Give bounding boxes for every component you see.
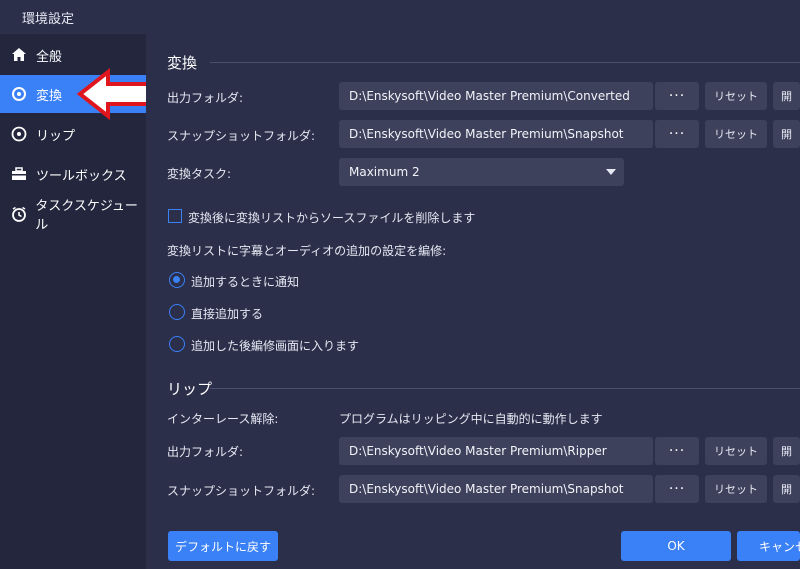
convert-icon	[10, 85, 28, 103]
toolbox-icon	[10, 165, 28, 183]
window-title: 環境設定	[22, 12, 75, 27]
deinterlace-label: インターレース解除:	[167, 412, 279, 426]
section-title-rip: リップ	[167, 380, 213, 398]
browse-output-button[interactable]: ···	[655, 82, 699, 110]
rip-snapshot-folder-label: スナップショットフォルダ:	[167, 484, 316, 498]
sidebar-item-label: タスクスケジュール	[35, 199, 138, 233]
title-bar: 環境設定	[0, 0, 800, 34]
open-rip-output-button[interactable]: 開	[773, 437, 800, 465]
red-arrow-icon	[76, 68, 154, 120]
sidebar-item-task-schedule[interactable]: タスクスケジュール	[0, 195, 146, 233]
radio-label[interactable]: 直接追加する	[191, 305, 263, 322]
sidebar-item-label: ツールボックス	[36, 168, 127, 184]
rip-output-folder-label: 出力フォルダ:	[167, 445, 244, 459]
home-icon	[10, 46, 28, 64]
main-panel: 変換 出力フォルダ: D:\Enskysoft\Video Master Pre…	[146, 34, 800, 569]
convert-task-select[interactable]: Maximum 2	[339, 158, 624, 186]
open-rip-snapshot-button[interactable]: 開	[773, 475, 800, 503]
sidebar-item-label: 変換	[36, 88, 63, 104]
radio-enter-edit-after-add[interactable]	[169, 336, 185, 352]
ok-button[interactable]: OK	[621, 531, 731, 561]
radio-add-directly[interactable]	[169, 304, 185, 320]
rip-snapshot-folder-path[interactable]: D:\Enskysoft\Video Master Premium\Snapsh…	[339, 475, 653, 503]
clock-icon	[10, 205, 27, 223]
convert-task-label: 変換タスク:	[167, 167, 232, 181]
delete-source-checkbox[interactable]	[168, 209, 182, 223]
subtitle-setting-label: 変換リストに字幕とオーディオの追加の設定を編修:	[167, 244, 447, 258]
reset-snapshot-button[interactable]: リセット	[705, 120, 767, 148]
section-divider	[210, 388, 800, 389]
chevron-down-icon	[606, 169, 616, 175]
section-divider	[210, 62, 800, 63]
rip-icon	[10, 125, 28, 143]
sidebar-item-label: 全般	[36, 49, 63, 65]
open-snapshot-button[interactable]: 開	[773, 120, 800, 148]
browse-snapshot-button[interactable]: ···	[655, 120, 699, 148]
open-output-button[interactable]: 開	[773, 82, 800, 110]
browse-rip-output-button[interactable]: ···	[655, 437, 699, 465]
delete-source-label[interactable]: 変換後に変換リストからソースファイルを削除します	[188, 209, 475, 226]
convert-task-value: Maximum 2	[349, 165, 420, 179]
sidebar-item-toolbox[interactable]: ツールボックス	[0, 155, 146, 193]
restore-default-button[interactable]: デフォルトに戻す	[168, 531, 278, 561]
output-folder-label: 出力フォルダ:	[167, 91, 244, 105]
sidebar-item-label: リップ	[36, 128, 76, 144]
cancel-button[interactable]: キャンセル	[737, 531, 800, 561]
reset-rip-snapshot-button[interactable]: リセット	[705, 475, 767, 503]
browse-rip-snapshot-button[interactable]: ···	[655, 475, 699, 503]
reset-output-button[interactable]: リセット	[705, 82, 767, 110]
reset-rip-output-button[interactable]: リセット	[705, 437, 767, 465]
deinterlace-value: プログラムはリッピング中に自動的に動作します	[339, 412, 603, 426]
snapshot-folder-label: スナップショットフォルダ:	[167, 129, 316, 143]
rip-output-folder-path[interactable]: D:\Enskysoft\Video Master Premium\Ripper	[339, 437, 653, 465]
radio-notify-on-add[interactable]	[169, 272, 185, 288]
snapshot-folder-path[interactable]: D:\Enskysoft\Video Master Premium\Snapsh…	[339, 120, 653, 148]
output-folder-path[interactable]: D:\Enskysoft\Video Master Premium\Conver…	[339, 82, 653, 110]
radio-label[interactable]: 追加するときに通知	[191, 273, 299, 290]
sidebar-item-rip[interactable]: リップ	[0, 115, 146, 153]
section-title-convert: 変換	[167, 54, 198, 72]
radio-label[interactable]: 追加した後編修画面に入ります	[191, 337, 359, 354]
